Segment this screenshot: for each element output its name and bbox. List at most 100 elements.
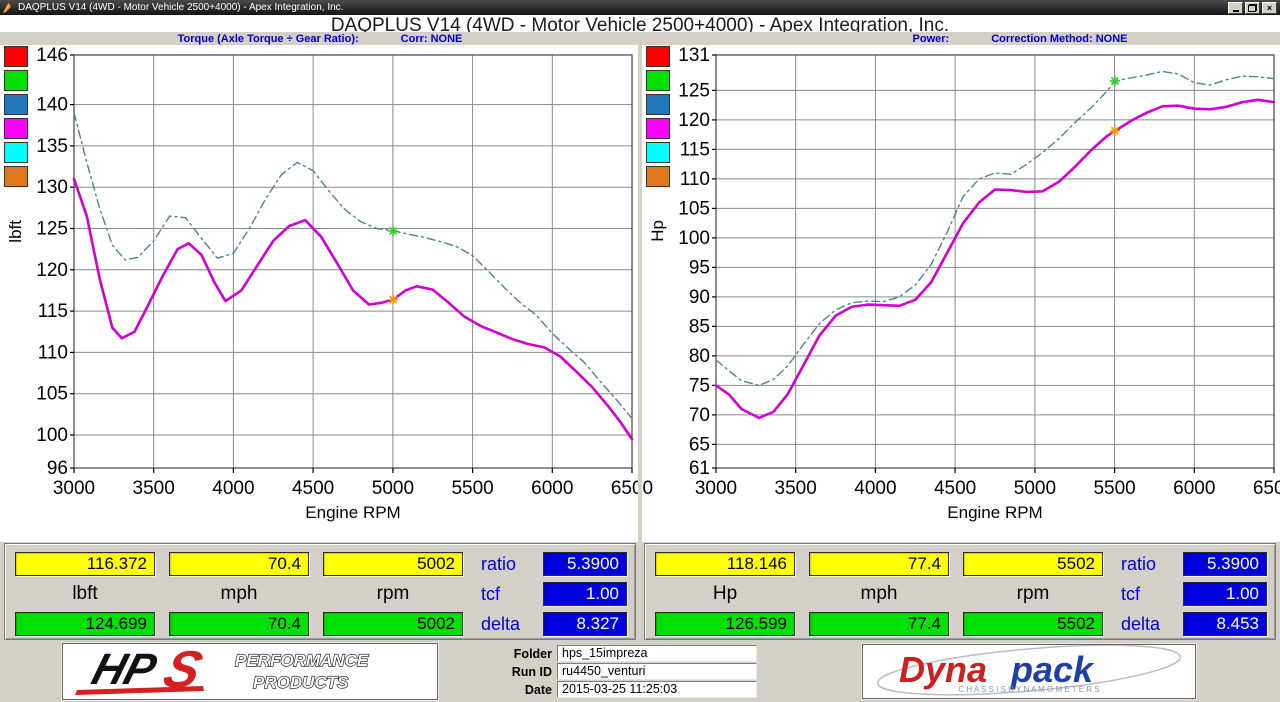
svg-text:146: 146 xyxy=(36,45,68,66)
x-axis: 30003500400045005000550060006500Engine R… xyxy=(53,468,653,522)
legend-swatch[interactable] xyxy=(646,166,670,187)
legend-swatch[interactable] xyxy=(4,94,28,115)
plot-frame xyxy=(74,55,632,468)
delta-label: delta xyxy=(1117,612,1169,636)
svg-text:90: 90 xyxy=(689,287,710,308)
minimize-button[interactable] xyxy=(1228,2,1243,14)
cursor-marker[interactable] xyxy=(388,295,398,305)
ratio-value: 5.3900 xyxy=(543,552,627,576)
speed-reference-value: 77.4 xyxy=(809,612,949,636)
svg-text:65: 65 xyxy=(689,434,710,455)
svg-text:110: 110 xyxy=(38,342,68,363)
svg-text:3000: 3000 xyxy=(53,478,95,499)
power-unit-label: Hp xyxy=(655,582,795,606)
svg-text:4000: 4000 xyxy=(854,478,896,499)
rpm-reference-value: 5502 xyxy=(963,612,1103,636)
cursor-marker[interactable] xyxy=(388,226,398,236)
svg-text:85: 85 xyxy=(689,316,710,337)
legend-swatch[interactable] xyxy=(646,94,670,115)
power-chart-header: Power: Correction Method: NONE xyxy=(700,32,1280,45)
svg-text:80: 80 xyxy=(689,346,710,367)
restore-button[interactable] xyxy=(1245,2,1260,14)
legend-swatch[interactable] xyxy=(646,142,670,163)
svg-text:3500: 3500 xyxy=(133,478,175,499)
dynapack-pack-text: pack xyxy=(1010,649,1095,690)
legend-swatch[interactable] xyxy=(646,70,670,91)
ratio-label: ratio xyxy=(477,552,529,576)
speed-cursor-value: 70.4 xyxy=(169,552,309,576)
delta-label: delta xyxy=(477,612,529,636)
svg-text:4500: 4500 xyxy=(934,478,976,499)
svg-text:5500: 5500 xyxy=(451,478,493,499)
torque-left-column: lbft xyxy=(0,45,34,542)
dynapack-subtitle-text: C H A S S I S D Y N A M O M E T E R S xyxy=(958,685,1099,694)
cursor-marker[interactable] xyxy=(1110,76,1120,86)
app-icon xyxy=(3,3,14,13)
svg-text:120: 120 xyxy=(678,110,710,131)
daqplus-window: { "window": { "title": "DAQPLUS V14 (4WD… xyxy=(0,0,1280,702)
restore-icon xyxy=(1248,4,1257,12)
svg-text:131: 131 xyxy=(678,45,710,66)
speed-reference-value: 70.4 xyxy=(169,612,309,636)
dynapack-dyna-text: Dyna xyxy=(899,649,987,690)
svg-text:125: 125 xyxy=(678,80,710,101)
power-y-axis-title: Hp xyxy=(648,220,668,242)
svg-text:61: 61 xyxy=(689,458,710,479)
report-heading: DAQPLUS V14 (4WD - Motor Vehicle 2500+40… xyxy=(331,15,949,32)
svg-text:130: 130 xyxy=(36,177,68,198)
power-plot[interactable]: 6165707580859095100105110115120125131300… xyxy=(676,45,1280,542)
power-data-panel: 118.146 77.4 5502 ratio 5.3900 Hp mph rp… xyxy=(644,543,1276,640)
svg-text:5000: 5000 xyxy=(1014,478,1056,499)
legend-swatch[interactable] xyxy=(4,118,28,139)
legend-swatch[interactable] xyxy=(4,46,28,67)
svg-text:105: 105 xyxy=(678,198,710,219)
legend-swatch[interactable] xyxy=(4,166,28,187)
svg-text:96: 96 xyxy=(47,458,68,479)
power-current-run xyxy=(716,100,1274,418)
svg-text:95: 95 xyxy=(689,257,710,278)
torque-data-panel: 116.372 70.4 5002 ratio 5.3900 lbft mph … xyxy=(4,543,636,640)
torque-current-run xyxy=(74,179,632,439)
speed-cursor-value: 77.4 xyxy=(809,552,949,576)
torque-header-label: Torque (Axle Torque ÷ Gear Ratio): xyxy=(178,33,359,45)
tcf-label: tcf xyxy=(1117,582,1169,606)
charts-area: lbft 96100105110115120125130135140146300… xyxy=(0,45,1280,542)
svg-text:6000: 6000 xyxy=(1173,478,1215,499)
folder-input[interactable]: hps_15impreza xyxy=(557,645,757,662)
hps-logo: HP S PERFORMANCE PRODUCTS xyxy=(62,643,438,700)
legend-swatch[interactable] xyxy=(4,70,28,91)
date-label: Date xyxy=(494,683,552,697)
svg-text:110: 110 xyxy=(680,169,710,190)
dynapack-logo: Dyna pack C H A S S I S D Y N A M O M E … xyxy=(862,644,1196,699)
svg-text:6500: 6500 xyxy=(1253,478,1280,499)
svg-text:135: 135 xyxy=(36,136,68,157)
svg-text:75: 75 xyxy=(689,375,710,396)
power-header-label: Power: xyxy=(913,33,950,45)
tcf-value: 1.00 xyxy=(1183,582,1267,606)
legend-swatch[interactable] xyxy=(646,46,670,67)
date-input[interactable]: 2015-03-25 11:25:03 xyxy=(557,681,757,698)
minimize-icon xyxy=(1233,10,1239,12)
speed-unit-label: mph xyxy=(809,582,949,606)
run-id-input[interactable]: ru4450_venturi xyxy=(557,663,757,680)
torque-plot[interactable]: 9610010511011512012513013514014630003500… xyxy=(34,45,638,542)
close-button[interactable]: × xyxy=(1262,2,1277,14)
power-left-column: Hp xyxy=(642,45,676,542)
svg-text:115: 115 xyxy=(680,139,710,160)
tcf-label: tcf xyxy=(477,582,529,606)
svg-text:3500: 3500 xyxy=(775,478,817,499)
power-reference-run xyxy=(716,72,1274,386)
gridlines xyxy=(716,55,1274,468)
torque-cursor-value: 116.372 xyxy=(15,552,155,576)
svg-text:4000: 4000 xyxy=(212,478,254,499)
legend-swatch[interactable] xyxy=(4,142,28,163)
rpm-unit-label: rpm xyxy=(963,582,1103,606)
hps-performance-text: PERFORMANCE xyxy=(235,651,369,670)
power-reference-value: 126.599 xyxy=(655,612,795,636)
torque-correction-label: Corr: NONE xyxy=(401,33,463,45)
tcf-value: 1.00 xyxy=(543,582,627,606)
rpm-reference-value: 5002 xyxy=(323,612,463,636)
power-correction-label: Correction Method: NONE xyxy=(991,33,1127,45)
legend-swatch[interactable] xyxy=(646,118,670,139)
date-field-row: Date 2015-03-25 11:25:03 xyxy=(494,681,770,698)
